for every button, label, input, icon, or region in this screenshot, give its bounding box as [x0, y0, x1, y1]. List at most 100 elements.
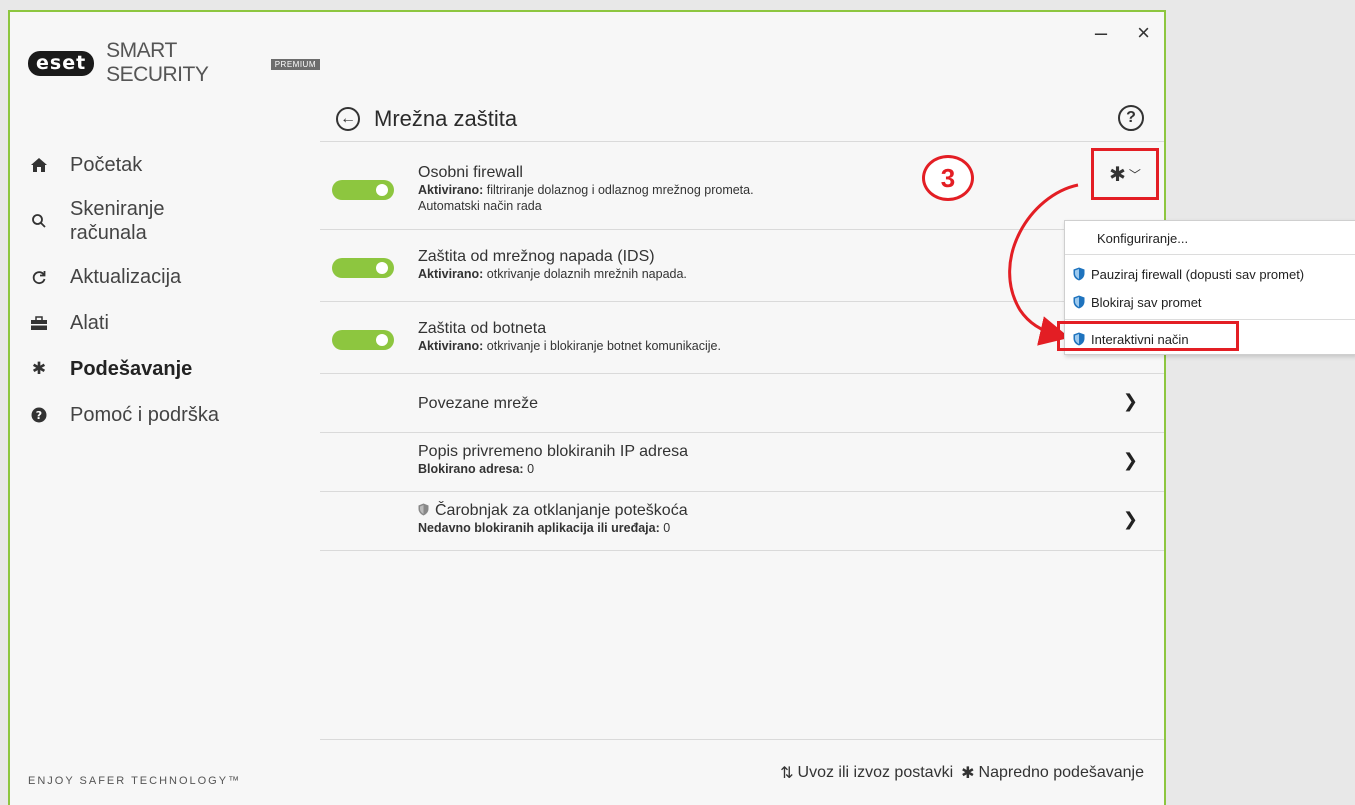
logo: eset SMART SECURITY PREMIUM: [28, 39, 320, 87]
back-arrow-icon[interactable]: ←: [336, 106, 360, 131]
row-desc-text: filtriranje dolaznog i odlaznog mrežnog …: [483, 183, 754, 197]
row-desc-text: 0: [523, 462, 535, 476]
row-description: Nedavno blokiranih aplikacija ili uređaj…: [418, 520, 688, 536]
svg-text:?: ?: [36, 409, 42, 422]
shield-icon: [1073, 267, 1085, 281]
sidebar-item-update[interactable]: Aktualizacija: [10, 254, 320, 300]
row-text: Povezane mreže: [418, 395, 538, 413]
row-title[interactable]: Osobni firewall: [418, 164, 754, 182]
sidebar-nav: Početak Skeniranje računala Aktualizacij…: [10, 142, 320, 438]
menu-item-pause-firewall[interactable]: Pauziraj firewall (dopusti sav promet): [1073, 263, 1304, 285]
firewall-toggle[interactable]: [332, 180, 394, 200]
row-text: Popis privremeno blokiranih IP adresa Bl…: [418, 443, 688, 477]
row-desc-label: Nedavno blokiranih aplikacija ili uređaj…: [418, 521, 660, 535]
row-desc-label: Aktivirano:: [418, 339, 484, 353]
advanced-setup-label: Napredno podešavanje: [978, 763, 1144, 781]
firewall-gear-menu-button[interactable]: ✱ ﹀: [1091, 148, 1159, 200]
sidebar-item-label: Podešavanje: [70, 358, 193, 380]
row-text: Osobni firewall Aktivirano: filtriranje …: [418, 164, 754, 214]
sidebar-item-tools[interactable]: Alati: [10, 300, 320, 346]
botnet-toggle[interactable]: [332, 330, 394, 350]
interactive-mode-highlight: [1057, 321, 1239, 351]
menu-item-block-all[interactable]: Blokiraj sav promet: [1073, 291, 1202, 313]
import-export-label: Uvoz ili izvoz postavki: [797, 763, 954, 781]
list-item-botnet: Zaštita od botneta Aktivirano: otkrivanj…: [320, 302, 1164, 374]
row-text: Čarobnjak za otklanjanje poteškoća Nedav…: [418, 502, 688, 536]
list-item-firewall: Osobni firewall Aktivirano: filtriranje …: [320, 154, 1164, 230]
help-button[interactable]: ?: [1118, 105, 1144, 131]
search-icon: [28, 213, 50, 229]
row-description: Aktivirano: otkrivanje dolaznih mrežnih …: [418, 266, 687, 282]
menu-item-configure[interactable]: Konfiguriranje...: [1097, 227, 1188, 249]
sidebar: eset SMART SECURITY PREMIUM Početak Sken…: [10, 12, 320, 805]
app-window: eset SMART SECURITY PREMIUM Početak Sken…: [8, 10, 1166, 805]
gear-icon: ✱: [1109, 163, 1126, 186]
row-title: Čarobnjak za otklanjanje poteškoća: [418, 502, 688, 520]
minimize-button[interactable]: –: [1095, 20, 1107, 46]
row-title[interactable]: Zaštita od botneta: [418, 320, 721, 338]
gear-icon: ✱: [31, 359, 47, 378]
menu-item-label: Pauziraj firewall (dopusti sav promet): [1091, 266, 1305, 282]
sidebar-item-help[interactable]: ? Pomoć i podrška: [10, 392, 320, 438]
sidebar-item-label: Skeniranje računala: [70, 198, 165, 244]
sidebar-item-home[interactable]: Početak: [10, 142, 320, 188]
shield-icon: [418, 503, 429, 516]
sidebar-item-settings[interactable]: ✱ Podešavanje: [10, 346, 320, 392]
page-title: Mrežna zaštita: [374, 105, 518, 131]
chevron-right-icon[interactable]: ❯: [1123, 450, 1138, 471]
refresh-icon: [28, 269, 50, 285]
chevron-right-icon[interactable]: ❯: [1123, 509, 1138, 530]
menu-item-label: Blokiraj sav promet: [1091, 294, 1202, 310]
shield-icon: [1073, 295, 1085, 309]
window-controls: – ×: [1095, 20, 1150, 46]
row-description: Blokirano adresa: 0: [418, 461, 688, 477]
settings-list: Osobni firewall Aktivirano: filtriranje …: [320, 154, 1164, 551]
page-header: ← Mrežna zaštita ?: [320, 96, 1164, 142]
import-export-link[interactable]: ⇅ Uvoz ili izvoz postavki: [780, 763, 953, 783]
menu-item-label: Konfiguriranje...: [1097, 230, 1189, 246]
row-desc-text: 0: [659, 521, 671, 535]
list-item-troubleshooting[interactable]: Čarobnjak za otklanjanje poteškoća Nedav…: [320, 492, 1164, 551]
sidebar-item-label: Alati: [70, 312, 109, 334]
row-description-mode: Automatski način rada: [418, 199, 542, 213]
home-icon: [28, 157, 50, 173]
edition-badge: PREMIUM: [270, 58, 320, 70]
row-desc-label: Blokirano adresa:: [418, 462, 524, 476]
menu-divider: [1065, 319, 1355, 320]
advanced-setup-link[interactable]: ✱ Napredno podešavanje: [961, 763, 1144, 783]
sidebar-item-label: Aktualizacija: [70, 266, 182, 288]
help-icon: ?: [28, 407, 50, 423]
chevron-right-icon[interactable]: ❯: [1123, 391, 1138, 412]
main-footer: ⇅ Uvoz ili izvoz postavki ✱ Napredno pod…: [320, 739, 1164, 805]
list-item-blocked-ips[interactable]: Popis privremeno blokiranih IP adresa Bl…: [320, 433, 1164, 492]
row-text: Zaštita od mrežnog napada (IDS) Aktivira…: [418, 248, 687, 282]
tagline: ENJOY SAFER TECHNOLOGY™: [28, 775, 242, 787]
main-panel: – × ← Mrežna zaštita ? Osobni firewall A…: [320, 12, 1164, 805]
row-title-text: Čarobnjak za otklanjanje poteškoća: [435, 502, 688, 519]
ids-toggle[interactable]: [332, 258, 394, 278]
close-button[interactable]: ×: [1137, 20, 1150, 46]
sidebar-item-label: Početak: [70, 154, 143, 176]
list-item-ids: Zaštita od mrežnog napada (IDS) Aktivira…: [320, 230, 1164, 302]
row-desc-text: otkrivanje i blokiranje botnet komunikac…: [483, 339, 721, 353]
import-export-icon: ⇅: [780, 764, 794, 782]
list-item-connected-networks[interactable]: Povezane mreže ❯: [320, 374, 1164, 433]
chevron-down-icon: ﹀: [1128, 167, 1141, 182]
sidebar-item-label: Pomoć i podrška: [70, 404, 219, 426]
row-title[interactable]: Zaštita od mrežnog napada (IDS): [418, 248, 687, 266]
row-title: Popis privremeno blokiranih IP adresa: [418, 443, 689, 460]
menu-divider: [1065, 254, 1355, 255]
row-description: Aktivirano: filtriranje dolaznog i odlaz…: [418, 182, 754, 198]
row-description: Aktivirano: otkrivanje i blokiranje botn…: [418, 338, 721, 354]
row-desc-label: Aktivirano:: [418, 267, 484, 281]
toolbox-icon: [28, 315, 50, 331]
row-title: Povezane mreže: [418, 395, 539, 412]
gear-icon: ✱: [961, 764, 975, 782]
row-desc-text: otkrivanje dolaznih mrežnih napada.: [483, 267, 687, 281]
step-annotation: 3: [922, 155, 974, 201]
product-name: SMART SECURITY: [106, 39, 209, 86]
row-desc-label: Aktivirano:: [418, 183, 484, 197]
row-text: Zaštita od botneta Aktivirano: otkrivanj…: [418, 320, 721, 354]
sidebar-item-scan[interactable]: Skeniranje računala: [10, 188, 320, 254]
eset-logo: eset: [28, 50, 95, 76]
